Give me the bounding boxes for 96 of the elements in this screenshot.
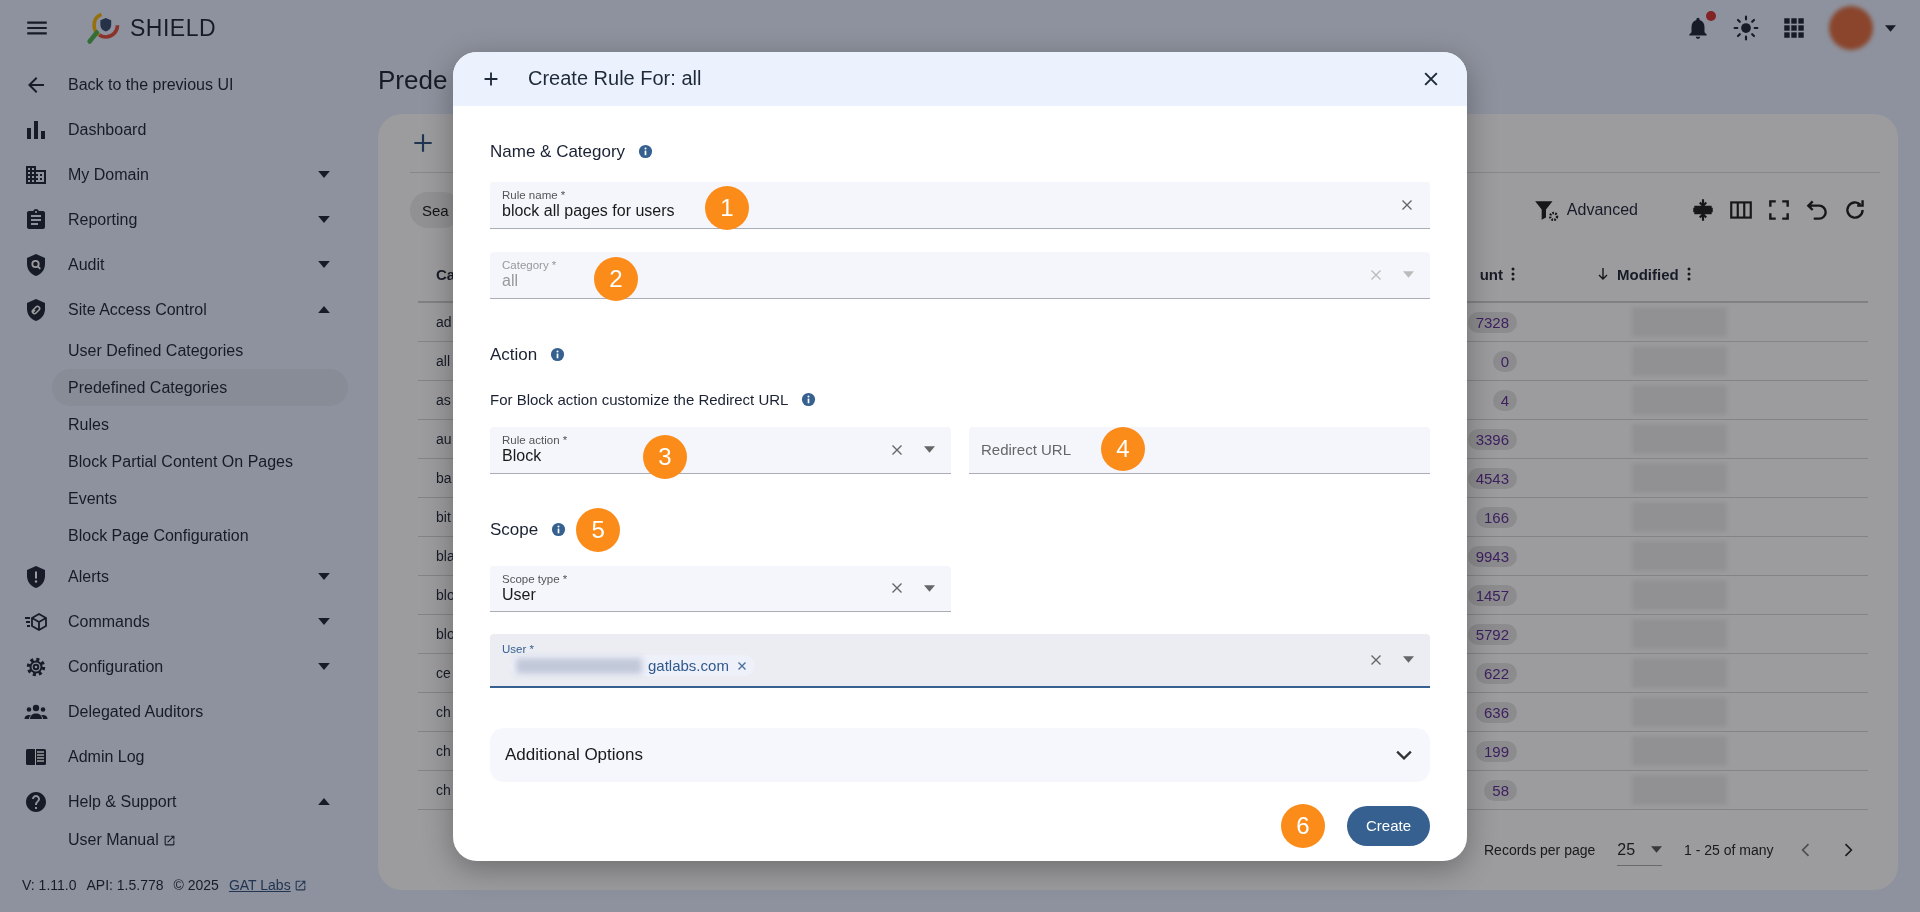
sort-arrow-icon[interactable] [1597, 267, 1609, 281]
sidebar-item[interactable]: Help & Support [0, 779, 360, 824]
create-button[interactable]: Create [1346, 805, 1430, 846]
count-chip: 622 [1475, 662, 1517, 684]
section-heading: Action [490, 344, 538, 365]
copyright-text: © 2025 [173, 877, 219, 893]
version-text: V: 1.11.0 [22, 877, 77, 893]
user-chip[interactable]: gatlabs.com [510, 655, 755, 676]
step-marker: 5 [576, 507, 621, 552]
sidebar-subitem[interactable]: Events [52, 480, 348, 517]
sidebar-subitem[interactable]: Rules [52, 406, 348, 443]
table-cell-text: ad [435, 314, 452, 330]
count-chip: 3396 [1467, 428, 1517, 450]
select-field[interactable]: Scope type * User [490, 565, 951, 612]
count-chip: 0 [1492, 350, 1517, 372]
table-cell-text: au [435, 431, 452, 447]
sidebar-subitem[interactable]: Block Partial Content On Pages [52, 443, 348, 480]
info-icon[interactable] [551, 522, 567, 537]
info-icon[interactable] [638, 144, 654, 159]
sidebar-item[interactable]: My Domain [0, 152, 360, 197]
table-cell-text: ch [435, 704, 451, 720]
chip-select-field[interactable]: User * gatlabs.com [490, 633, 1430, 688]
count-chip: 199 [1475, 740, 1517, 762]
section-heading: Scope [490, 519, 539, 540]
page-title: Prede [378, 64, 448, 97]
table-cell-text: bit [435, 509, 451, 525]
count-chip: 58 [1484, 779, 1517, 801]
dropdown-caret-icon[interactable] [924, 446, 935, 453]
sidebar-item[interactable]: Site Access Control [0, 287, 360, 332]
per-page-select[interactable]: 25 [1617, 834, 1663, 866]
sun-icon[interactable] [1733, 15, 1759, 41]
external-link-icon [293, 878, 307, 892]
apps-grid-icon[interactable] [1781, 15, 1807, 41]
sidebar-subitem[interactable]: Block Page Configuration [52, 517, 348, 554]
density-icon[interactable] [1690, 197, 1716, 223]
count-chip: 4 [1492, 389, 1517, 411]
external-link-icon [162, 833, 176, 847]
shield-link-icon [24, 297, 48, 322]
sidebar-item[interactable]: Commands [0, 599, 360, 644]
records-per-page-label: Records per page [1484, 842, 1596, 858]
api-version-text: API: 1.5.778 [86, 877, 164, 893]
sidebar-item[interactable]: Reporting [0, 197, 360, 242]
dropdown-caret-icon[interactable] [1403, 656, 1414, 663]
info-icon[interactable] [550, 347, 566, 362]
table-cell-text: ce [435, 665, 451, 681]
clipboard-icon [24, 207, 48, 232]
count-chip: 166 [1475, 506, 1517, 528]
input-field[interactable]: Rule name * block all pages for users 1 [490, 181, 1430, 229]
app-name: SHIELD [130, 14, 217, 42]
count-chip: 9943 [1467, 545, 1517, 567]
sidebar-subitem[interactable]: Predefined Categories [52, 369, 348, 406]
magnifier-shield-logo [86, 10, 122, 46]
dropdown-caret-icon[interactable] [924, 584, 935, 592]
step-marker: 6 [1280, 803, 1325, 848]
table-cell-text: ch [435, 743, 451, 759]
sidebar-item[interactable]: Alerts [0, 554, 360, 599]
sidebar-item[interactable]: Audit [0, 242, 360, 287]
sidebar-item[interactable]: Dashboard [0, 107, 360, 152]
table-cell-text: ba [435, 470, 452, 486]
sidebar-subitem[interactable]: User Defined Categories [52, 332, 348, 369]
advanced-filter-button[interactable]: Advanced [1532, 197, 1638, 223]
dialog-title: Create Rule For: all [528, 67, 702, 90]
sidebar-item[interactable]: Admin Log [0, 734, 360, 779]
fullscreen-icon[interactable] [1766, 197, 1792, 223]
step-marker: 3 [643, 434, 687, 479]
count-chip: 1457 [1467, 584, 1517, 606]
column-header[interactable]: unt [1479, 265, 1503, 283]
step-marker: 4 [1101, 426, 1145, 471]
count-chip: 5792 [1467, 623, 1517, 645]
section-heading: Name & Category [490, 141, 626, 162]
column-menu-icon[interactable] [1686, 267, 1691, 281]
shield-search-icon [24, 252, 48, 277]
table-cell-text: ch [435, 782, 451, 798]
column-menu-icon[interactable] [1511, 267, 1515, 281]
count-chip: 636 [1475, 701, 1517, 723]
sidebar-subitem[interactable]: User Manual [52, 824, 348, 856]
section-note: For Block action customize the Redirect URL [490, 391, 789, 408]
help-icon [24, 789, 48, 814]
company-link[interactable]: GAT Labs [228, 877, 291, 893]
shield-alert-icon [24, 564, 48, 589]
column-header[interactable]: Modified [1617, 265, 1679, 283]
count-chip: 7328 [1467, 311, 1517, 333]
sidebar-item[interactable]: Configuration [0, 644, 360, 689]
table-cell-text: as [435, 392, 451, 408]
caret-icon[interactable] [1885, 24, 1896, 32]
sidebar-item[interactable]: Delegated Auditors [0, 689, 360, 734]
input-field[interactable]: Redirect URL 4 [969, 426, 1430, 474]
caret-icon[interactable] [1651, 846, 1663, 853]
info-icon[interactable] [801, 392, 817, 407]
back-link[interactable]: Back to the previous UI [0, 62, 360, 107]
step-marker: 2 [594, 256, 638, 301]
step-marker: 1 [705, 185, 749, 230]
count-chip: 4543 [1467, 467, 1517, 489]
additional-options-panel[interactable]: Additional Options [490, 727, 1430, 782]
page-range-text: 1 - 25 of many [1684, 842, 1774, 858]
table-cell-text: all [435, 353, 450, 369]
